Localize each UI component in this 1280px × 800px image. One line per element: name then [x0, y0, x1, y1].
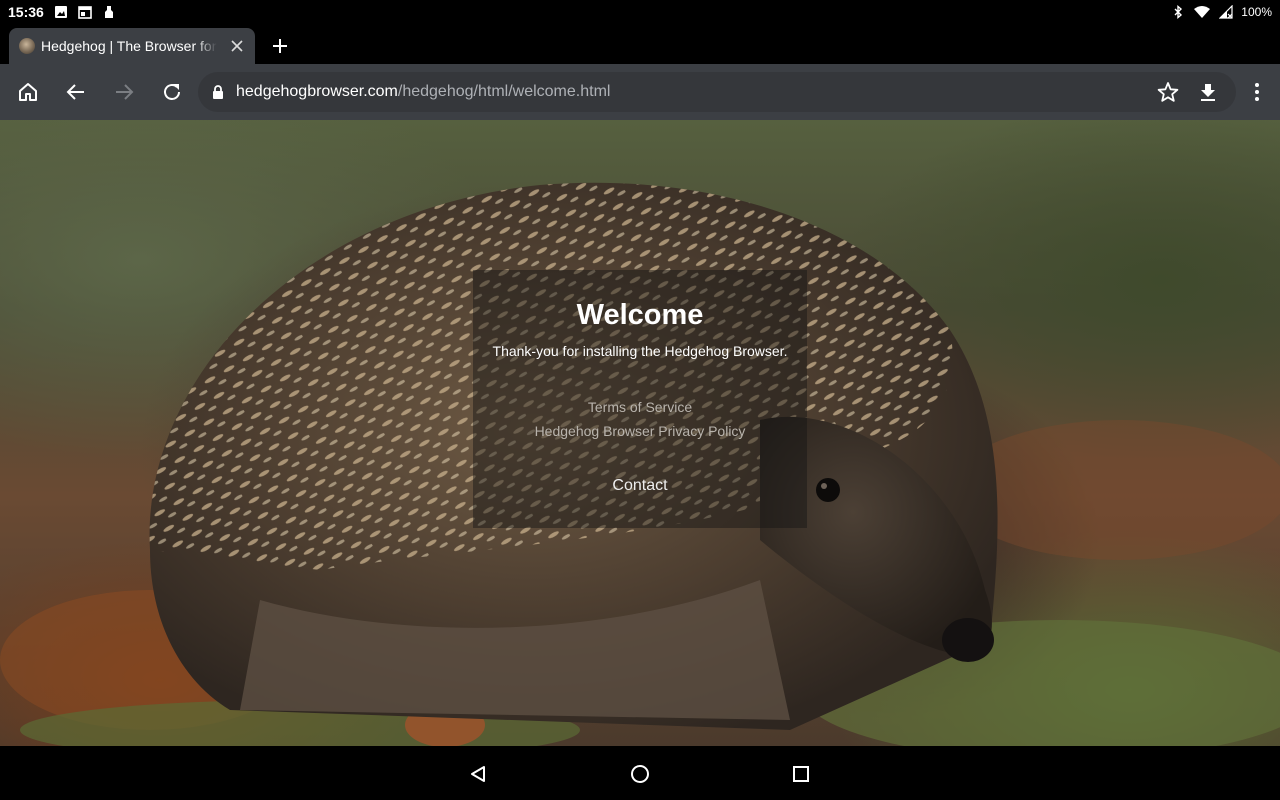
home-icon [19, 83, 37, 101]
web-content: Welcome Thank-you for installing the Hed… [0, 120, 1280, 746]
forward-button[interactable] [110, 78, 138, 106]
close-tab-icon[interactable] [229, 38, 245, 54]
hedgehog-favicon-icon [19, 38, 35, 54]
contact-link[interactable]: Contact [473, 476, 807, 496]
back-triangle-icon [471, 766, 485, 782]
plus-icon [273, 39, 287, 53]
screen: 15:36 100% Hedgehog | The Browser for he… [0, 0, 1280, 800]
forward-icon [116, 84, 134, 100]
status-time: 15:36 [8, 4, 44, 20]
bluetooth-icon [1171, 5, 1185, 19]
download-icon [1201, 84, 1215, 101]
privacy-policy-link[interactable]: Hedgehog Browser Privacy Policy [473, 422, 807, 440]
star-icon [1157, 82, 1179, 102]
welcome-subtitle: Thank-you for installing the Hedgehog Br… [492, 343, 788, 359]
recents-square-icon [793, 766, 809, 782]
navigation-bar [0, 746, 1280, 800]
tab-strip: Hedgehog | The Browser for Ch [0, 24, 1280, 64]
tab-title: Hedgehog | The Browser for Ch [41, 38, 217, 54]
home-button[interactable] [14, 78, 42, 106]
url-text[interactable]: hedgehogbrowser.com/hedgehog/html/welcom… [236, 82, 610, 102]
nav-back-button[interactable] [467, 763, 489, 785]
reload-icon [164, 84, 180, 100]
image-icon [54, 5, 68, 19]
toolbar: hedgehogbrowser.com/hedgehog/html/welcom… [0, 64, 1280, 120]
welcome-card: Welcome Thank-you for installing the Hed… [473, 270, 807, 528]
nav-recents-button[interactable] [790, 763, 812, 785]
usb-icon [102, 5, 116, 19]
new-tab-button[interactable] [268, 34, 292, 58]
url-host: hedgehogbrowser.com [236, 83, 398, 100]
terms-of-service-link[interactable]: Terms of Service [473, 398, 807, 416]
lock-icon [210, 84, 226, 100]
signal-icon [1218, 4, 1233, 19]
status-left: 15:36 [8, 4, 116, 20]
download-button[interactable] [1194, 78, 1222, 106]
tab-active[interactable]: Hedgehog | The Browser for Ch [9, 28, 255, 64]
battery-level: 100% [1241, 5, 1272, 19]
status-right: 100% [1171, 4, 1272, 19]
bookmark-button[interactable] [1154, 78, 1182, 106]
url-path: /hedgehog/html/welcome.html [397, 83, 611, 100]
nav-home-button[interactable] [629, 763, 651, 785]
home-circle-icon [631, 765, 649, 783]
back-icon [66, 84, 84, 100]
menu-icon [1255, 83, 1259, 101]
wifi-icon [1193, 5, 1211, 19]
back-button[interactable] [62, 78, 90, 106]
reload-button[interactable] [158, 78, 186, 106]
address-bar[interactable]: hedgehogbrowser.com/hedgehog/html/welcom… [198, 72, 1236, 112]
status-bar: 15:36 100% [0, 0, 1280, 24]
welcome-title: Welcome [576, 299, 704, 331]
calendar-icon [78, 5, 92, 19]
menu-button[interactable] [1243, 78, 1271, 106]
